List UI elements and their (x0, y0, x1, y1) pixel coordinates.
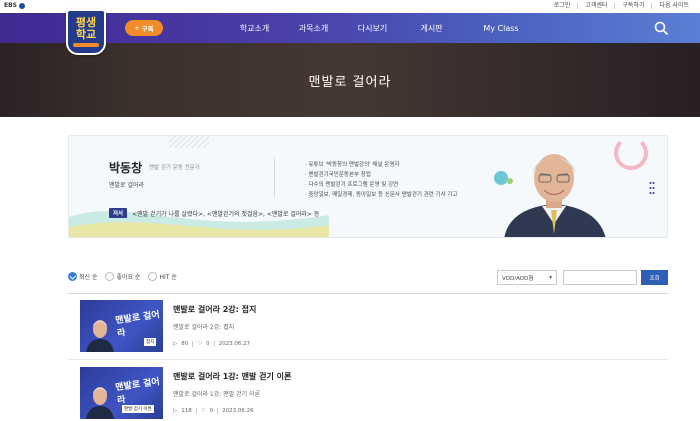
thumbnail-badge: 맨발 걷기 이론 (122, 405, 154, 413)
heart-icon[interactable]: ♡ (197, 341, 202, 347)
like-count: 0 (206, 341, 210, 347)
chevron-down-icon: ▾ (549, 274, 552, 281)
meta-separator (192, 341, 194, 347)
search-button[interactable]: 조회 (641, 270, 668, 285)
view-count: 80 (181, 341, 189, 347)
radio-icon (148, 272, 158, 281)
logo-underline (73, 43, 99, 47)
ebs-brand: EBS (4, 2, 17, 9)
thumbnail-badge: 접지 (144, 338, 157, 346)
sort-label: HIT 순 (159, 274, 177, 281)
like-count: 0 (209, 408, 214, 414)
card-divider (274, 158, 275, 198)
thumbnail-title: 맨발로 걸어라 (114, 310, 161, 340)
list-top-divider (68, 293, 668, 294)
login-link[interactable]: 로그인 (547, 2, 578, 9)
item-subtitle: 맨발로 걸어라 1강: 맨발 걷기 이론 (173, 391, 261, 398)
sort-latest[interactable]: 최신 순 (68, 272, 97, 281)
video-thumbnail[interactable]: 맨발로 걸어라 맨발 걷기 이론 (80, 367, 163, 419)
item-date: 2023.06.27 (218, 341, 251, 347)
ebs-logo[interactable]: EBS (4, 2, 25, 9)
page-title: 맨발로 걸어라 (308, 74, 392, 90)
instructor-portrait (504, 154, 606, 237)
heart-icon[interactable]: ♡ (201, 408, 206, 414)
bio-item: 다수의 맨발걷기 프로그램 운영 및 강연 (305, 180, 458, 190)
bio-item: 중앙일보, 매일경제, 동아일보 등 신문사 맨발걷기 관련 기사 기고 (305, 190, 458, 200)
item-title[interactable]: 맨발로 걸어라 1강: 맨발 걷기 이론 (173, 371, 291, 382)
course-name: 맨발로 걸어라 (109, 182, 145, 189)
instructor-role: 맨발 걷기 운동 전문가 (149, 165, 200, 171)
item-subtitle: 맨발로 걸어라 2강: 접지 (173, 324, 235, 331)
nav-item-board[interactable]: 게시판 (402, 23, 461, 34)
bio-item: 맨발걷기국민운동본부 창립 (305, 170, 458, 180)
sort-label: 최신 순 (79, 274, 98, 281)
utility-bar: EBS 로그인 고객센터 구독하기 다음 사이트 (0, 0, 700, 11)
instructor-bio: 유튜브 '박동창의 맨발강의' 채널 운영자 맨발걷기국민운동본부 창립 다수의… (305, 160, 458, 200)
radio-checked-icon (68, 272, 77, 281)
item-meta: ▷ 80 ♡ 0 2023.06.27 (173, 341, 250, 347)
logo-line2: 학교 (75, 28, 97, 41)
nav-item-subjects[interactable]: 과목소개 (284, 23, 343, 34)
nav-menu: 학교소개 과목소개 다시보기 게시판 My Class (225, 13, 541, 43)
meta-separator (217, 408, 219, 414)
decorative-hatch (169, 136, 209, 148)
decorative-ring (614, 136, 648, 170)
thumbnail-person (86, 320, 114, 352)
media-type-select[interactable]: VOD/AOD형 ▾ (497, 270, 557, 285)
play-icon: ▷ (173, 341, 178, 347)
thumbnail-title: 맨발로 걸어라 (114, 377, 161, 407)
meta-separator (195, 408, 197, 414)
works-tag: 저서 (109, 208, 128, 218)
subscribe-link[interactable]: 구독하기 (614, 2, 651, 9)
meta-separator (213, 341, 215, 347)
hero-banner: 맨발로 걸어라 (0, 43, 700, 117)
utility-links: 로그인 고객센터 구독하기 다음 사이트 (547, 2, 696, 9)
radio-icon (105, 272, 115, 281)
search-input[interactable] (563, 270, 637, 285)
subscribe-button[interactable]: + 구독 (125, 20, 163, 36)
sort-hits[interactable]: HIT 순 (148, 272, 177, 281)
customer-center-link[interactable]: 고객센터 (577, 2, 614, 9)
bio-item: 유튜브 '박동창의 맨발강의' 채널 운영자 (305, 160, 458, 170)
sort-options: 최신 순 좋아요 순 HIT 순 (68, 272, 177, 281)
thumbnail-person (86, 387, 114, 419)
plus-icon: + (134, 24, 140, 32)
sort-likes[interactable]: 좋아요 순 (105, 272, 140, 281)
instructor-card: 박동창 맨발 걷기 운동 전문가 맨발로 걸어라 유튜브 '박동창의 맨발강의'… (68, 135, 668, 238)
item-meta: ▷ 118 ♡ 0 2023.06.26 (173, 408, 254, 414)
works-list: <맨발 걷기가 나를 살렸다>, <맨발걷기의 첫걸음>, <맨발로 걸어라> … (132, 210, 320, 218)
nav-item-school-intro[interactable]: 학교소개 (225, 23, 284, 34)
works-row: 저서 <맨발 걷기가 나를 살렸다>, <맨발걷기의 첫걸음>, <맨발로 걸어… (109, 208, 319, 218)
item-date: 2023.06.26 (222, 408, 254, 414)
play-icon: ▷ (173, 408, 178, 414)
instructor-name: 박동창 (109, 161, 143, 175)
main-nav: 평생 학교 + 구독 학교소개 과목소개 다시보기 게시판 My Class (0, 9, 700, 55)
other-site-link[interactable]: 다음 사이트 (651, 2, 696, 9)
list-divider (68, 359, 668, 360)
site-logo[interactable]: 평생 학교 (66, 9, 106, 55)
view-count: 118 (181, 408, 192, 414)
subscribe-label: 구독 (141, 25, 154, 33)
video-thumbnail[interactable]: 맨발로 걸어라 접지 (80, 300, 163, 352)
search-icon[interactable] (654, 21, 668, 35)
item-title[interactable]: 맨발로 걸어라 2강: 접지 (173, 304, 256, 315)
ebs-logo-icon (19, 2, 25, 9)
nav-item-replay[interactable]: 다시보기 (343, 23, 402, 34)
select-value: VOD/AOD형 (502, 275, 534, 282)
nav-item-myclass[interactable]: My Class (461, 24, 541, 33)
decorative-dots (649, 182, 655, 194)
sort-label: 좋아요 순 (116, 274, 141, 281)
